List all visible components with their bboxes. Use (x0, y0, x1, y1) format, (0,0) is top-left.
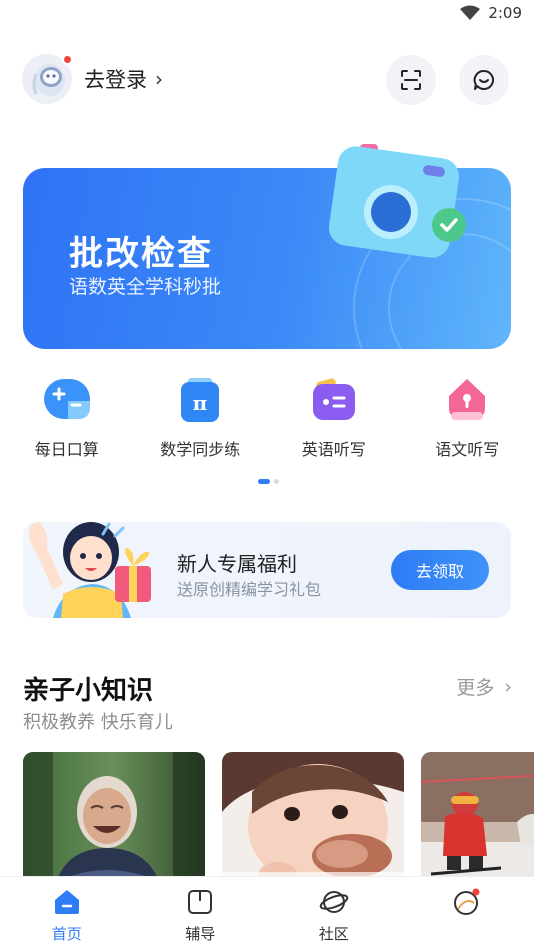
camera-icon (328, 144, 466, 258)
planet-icon (319, 887, 349, 917)
banner-title: 批改检查 (69, 234, 213, 274)
scan-button[interactable] (386, 55, 436, 105)
wifi-icon (460, 5, 481, 20)
status-bar: 2:09 (0, 0, 534, 30)
article-card[interactable] (421, 752, 534, 876)
article-card[interactable] (23, 752, 205, 876)
tool-label: 数学同步练 (160, 440, 241, 459)
girl-gift-illustration (29, 522, 151, 618)
login-link[interactable]: 去登录 › (84, 64, 163, 94)
chevron-right-icon: › (504, 675, 512, 698)
chat-smile-icon (473, 69, 495, 90)
status-time: 2:09 (488, 4, 522, 22)
promo-title: 新人专属福利 (177, 552, 297, 576)
tool-label: 每日口算 (34, 440, 99, 459)
nav-profile[interactable] (401, 877, 534, 949)
nav-community[interactable]: 社区 (267, 877, 401, 949)
page-dot-active (258, 479, 270, 484)
tool-daily-arithmetic[interactable]: 每日口算 (0, 376, 134, 460)
quick-tools: 每日口算 π 数学同步练 英语听写 语文听写 (0, 376, 534, 460)
english-card-icon (309, 376, 359, 424)
scan-icon (401, 70, 421, 90)
nav-label: 首页 (51, 925, 82, 943)
banner-subtitle: 语数英全学科秒批 (69, 276, 222, 298)
section-subtitle: 积极教养 快乐育儿 (23, 712, 173, 733)
more-link[interactable]: 更多 › (456, 673, 512, 700)
bottom-nav: 首页 辅导 社区 (0, 876, 534, 949)
header: 去登录 › (22, 52, 512, 106)
child-skiing-photo (421, 752, 534, 876)
notification-dot (62, 54, 73, 65)
pi-icon: π (175, 376, 225, 424)
nav-tutoring[interactable]: 辅导 (134, 877, 268, 949)
message-button[interactable] (459, 55, 509, 105)
profile-ring-icon (452, 887, 482, 917)
nav-label: 辅导 (185, 925, 216, 943)
nav-home[interactable]: 首页 (0, 877, 134, 949)
page-dot (274, 479, 279, 484)
article-cards (23, 752, 534, 876)
math-plus-minus-icon (42, 376, 92, 424)
more-label: 更多 (456, 677, 495, 699)
chevron-right-icon: › (155, 67, 163, 91)
claim-button[interactable]: 去领取 (391, 550, 489, 590)
login-text: 去登录 (84, 68, 147, 92)
section-title: 亲子小知识 (23, 676, 154, 706)
page-indicator (258, 479, 279, 484)
tool-math-practice[interactable]: π 数学同步练 (134, 376, 268, 460)
keyhole-icon (442, 376, 492, 424)
article-card[interactable] (222, 752, 404, 876)
book-icon (185, 887, 215, 917)
home-icon (52, 887, 82, 917)
promo-subtitle: 送原创精编学习礼包 (177, 580, 322, 599)
tool-label: 语文听写 (435, 440, 500, 459)
tool-chinese-dictation[interactable]: 语文听写 (401, 376, 534, 460)
tool-english-dictation[interactable]: 英语听写 (267, 376, 401, 460)
status-right: 2:09 (460, 4, 522, 22)
tool-label: 英语听写 (301, 440, 366, 459)
elderly-woman-photo (23, 752, 205, 876)
child-eating-photo (222, 752, 404, 876)
svg-text:π: π (193, 391, 208, 415)
nav-label: 社区 (318, 925, 349, 943)
newcomer-promo-card[interactable]: 新人专属福利 送原创精编学习礼包 去领取 (23, 522, 511, 618)
